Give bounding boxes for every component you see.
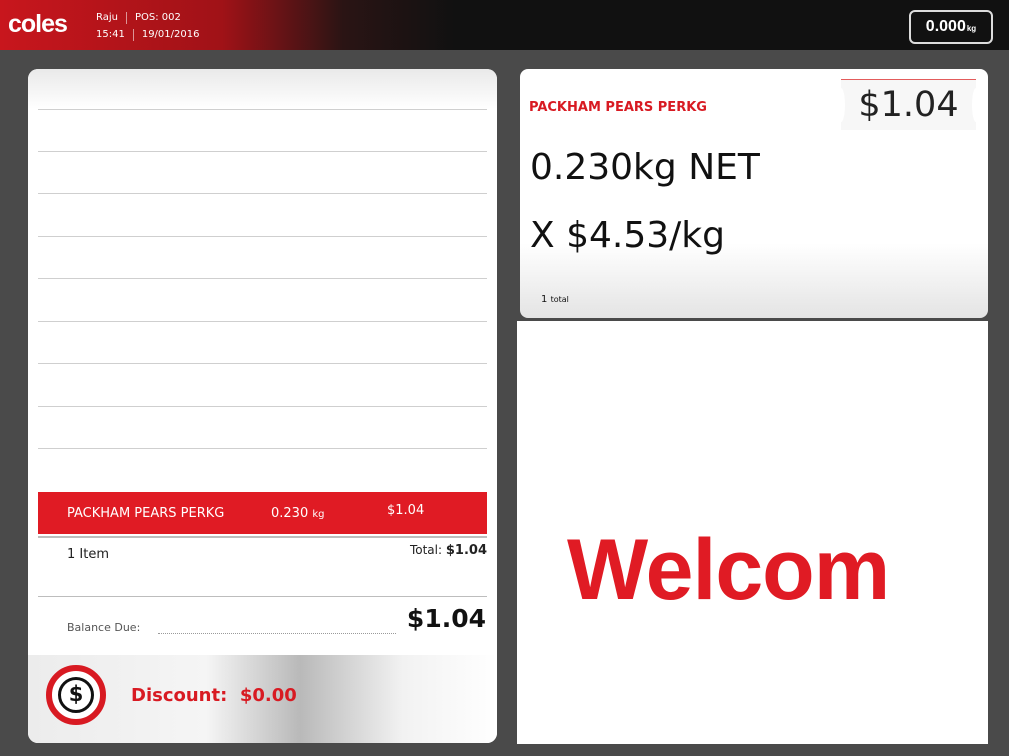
coles-logo: coles bbox=[8, 10, 68, 38]
header-divider bbox=[125, 11, 127, 24]
product-name: PACKHAM PEARS PERKG bbox=[529, 100, 707, 115]
receipt-rule bbox=[38, 236, 487, 237]
balance-leader-dots bbox=[158, 633, 396, 634]
line-item-row[interactable]: PACKHAM PEARS PERKG 0.230 kg $1.04 bbox=[38, 492, 487, 534]
product-display-panel: PACKHAM PEARS PERKG $1.04 0.230kg NET X … bbox=[520, 69, 988, 318]
item-count: 1 Item bbox=[67, 547, 109, 562]
scale-readout: 0.000kg bbox=[909, 10, 993, 44]
receipt-rule bbox=[38, 448, 487, 449]
product-unit-rate: X $4.53/kg bbox=[530, 215, 725, 256]
header-divider bbox=[132, 28, 134, 41]
receipt-rule bbox=[38, 406, 487, 407]
total-label: Total: bbox=[409, 543, 443, 557]
receipt-rule bbox=[38, 321, 487, 322]
discount-button[interactable]: $ Discount: $0.00 bbox=[28, 655, 497, 743]
scale-unit: kg bbox=[966, 24, 977, 33]
current-date: 19/01/2016 bbox=[141, 29, 200, 40]
receipt-rule bbox=[38, 363, 487, 364]
balance-due-amount: $1.04 bbox=[406, 604, 486, 633]
receipt-rule bbox=[38, 278, 487, 279]
receipt-rule bbox=[38, 151, 487, 152]
product-net-weight: 0.230kg NET bbox=[530, 147, 760, 188]
product-count: 1 total bbox=[541, 294, 569, 305]
balance-due-label: Balance Due: bbox=[67, 621, 141, 634]
balance-divider bbox=[38, 596, 487, 597]
session-info: Raju POS: 002 15:41 19/01/2016 bbox=[96, 9, 199, 43]
discount-label: Discount: $0.00 bbox=[131, 685, 297, 706]
header-bar: coles Raju POS: 002 15:41 19/01/2016 0.0… bbox=[0, 0, 1009, 50]
receipt-rule bbox=[38, 193, 487, 194]
dollar-circle-icon: $ bbox=[46, 665, 106, 725]
transaction-panel: PACKHAM PEARS PERKG 0.230 kg $1.04 1 Ite… bbox=[28, 69, 497, 743]
cashier-name: Raju bbox=[96, 12, 118, 23]
scale-weight: 0.000 bbox=[925, 18, 966, 35]
line-item-weight: 0.230 kg bbox=[271, 506, 325, 521]
receipt-rule bbox=[38, 109, 487, 110]
current-time: 15:41 bbox=[96, 29, 125, 40]
welcome-text: Welcom bbox=[567, 522, 890, 618]
welcome-banner: Welcom bbox=[517, 321, 988, 744]
line-item-price: $1.04 bbox=[387, 503, 425, 518]
total-value: $1.04 bbox=[445, 543, 487, 558]
order-total: Total: $1.04 bbox=[410, 543, 487, 558]
line-item-name: PACKHAM PEARS PERKG bbox=[67, 506, 225, 521]
panel-top-shade bbox=[28, 69, 497, 109]
summary-divider bbox=[38, 536, 487, 538]
price-tag: $1.04 bbox=[837, 79, 980, 130]
discount-value: $0.00 bbox=[239, 685, 297, 706]
pos-number: POS: 002 bbox=[134, 12, 181, 23]
